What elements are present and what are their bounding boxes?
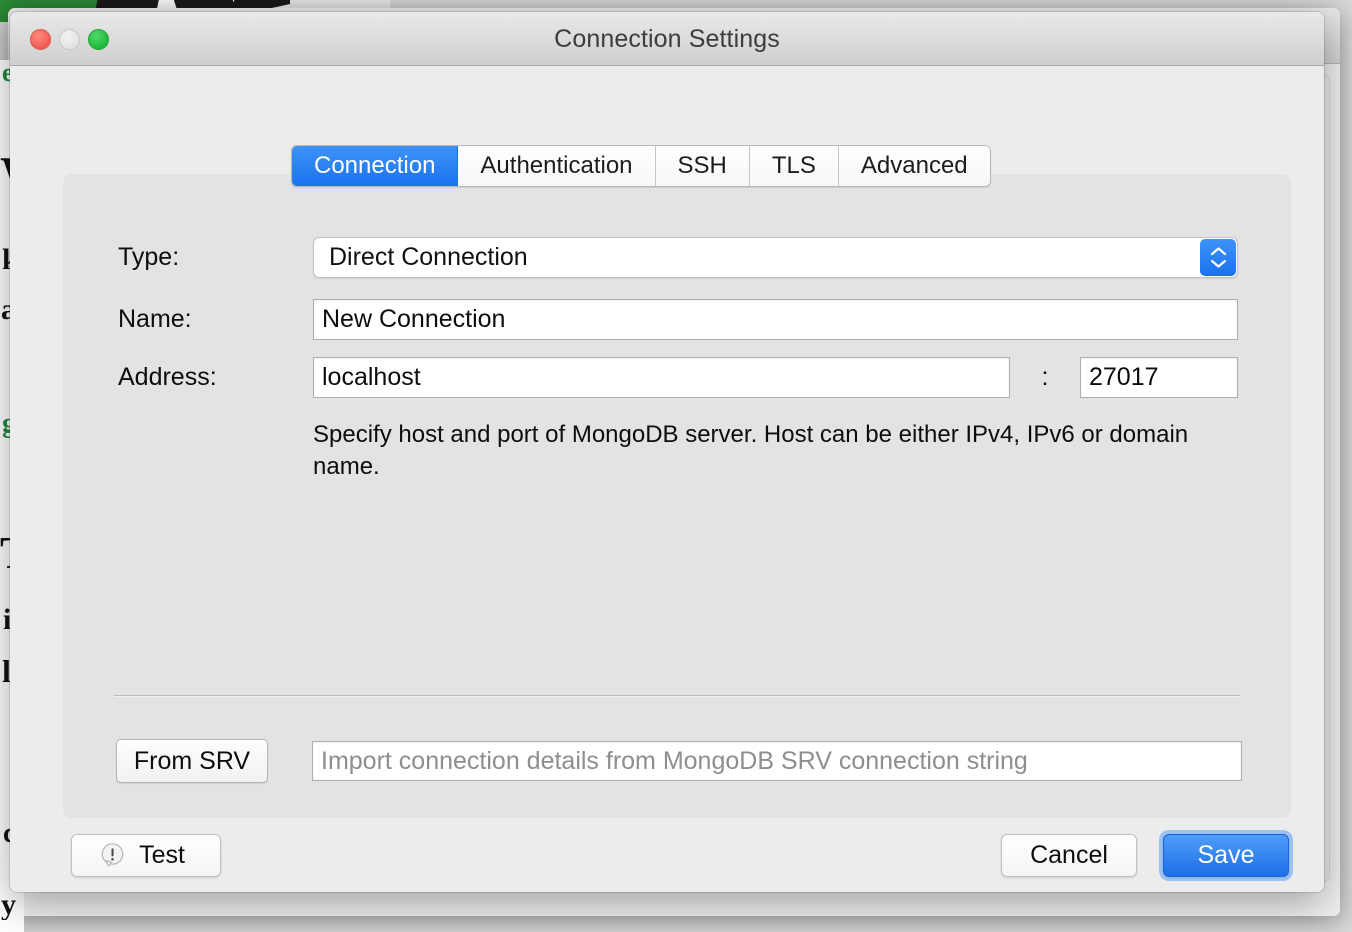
srv-connection-string-input[interactable]: Import connection details from MongoDB S…	[312, 741, 1242, 781]
name-row: Name: New Connection	[118, 299, 1238, 340]
type-row: Type: Direct Connection	[118, 237, 1238, 278]
panel-divider	[114, 695, 1240, 697]
address-label: Address:	[118, 363, 217, 391]
address-help-text: Specify host and port of MongoDB server.…	[313, 421, 1189, 480]
name-input[interactable]: New Connection	[313, 299, 1238, 340]
address-separator: :	[1041, 363, 1049, 391]
window-title: Connection Settings	[554, 24, 780, 53]
port-input[interactable]: 27017	[1080, 357, 1238, 398]
dialog-body: Connection Authentication SSH TLS Advanc…	[10, 66, 1324, 892]
address-row: Address: localhost : 27017	[118, 357, 1238, 398]
desktop-background: eWkagTillcy Connection Settings Connecti…	[0, 0, 1352, 932]
save-button[interactable]: Save	[1163, 834, 1289, 877]
from-srv-button[interactable]: From SRV	[116, 739, 268, 783]
tab-authentication[interactable]: Authentication	[458, 146, 656, 186]
exclamation-bubble-icon	[99, 842, 126, 869]
tab-advanced[interactable]: Advanced	[838, 146, 990, 186]
dialog-titlebar[interactable]: Connection Settings	[10, 12, 1324, 66]
type-select-value: Direct Connection	[329, 243, 528, 271]
name-input-value: New Connection	[322, 305, 506, 333]
tab-ssh[interactable]: SSH	[655, 146, 750, 186]
cancel-button[interactable]: Cancel	[1001, 834, 1137, 877]
dialog-button-bar: Test Cancel Save	[10, 834, 1324, 892]
name-label: Name:	[118, 305, 192, 333]
host-input[interactable]: localhost	[313, 357, 1010, 398]
type-select[interactable]: Direct Connection	[313, 237, 1238, 278]
connection-settings-dialog: Connection Settings Connection Authentic…	[10, 12, 1324, 892]
test-button-label: Test	[139, 841, 185, 869]
port-input-value: 27017	[1089, 363, 1159, 391]
tab-tls[interactable]: TLS	[749, 146, 839, 186]
tab-bar: Connection Authentication SSH TLS Advanc…	[291, 145, 991, 187]
tab-connection[interactable]: Connection	[292, 146, 459, 186]
test-button[interactable]: Test	[71, 834, 221, 877]
chevron-up-down-icon[interactable]	[1200, 239, 1236, 276]
type-label: Type:	[118, 243, 180, 271]
host-input-value: localhost	[322, 363, 421, 391]
background-text-fragment: y	[1, 890, 16, 920]
connection-tab-panel: Type: Direct Connection Name: New Connec…	[63, 174, 1291, 818]
srv-row: From SRV Import connection details from …	[116, 739, 1242, 783]
srv-input-placeholder: Import connection details from MongoDB S…	[321, 746, 1028, 775]
